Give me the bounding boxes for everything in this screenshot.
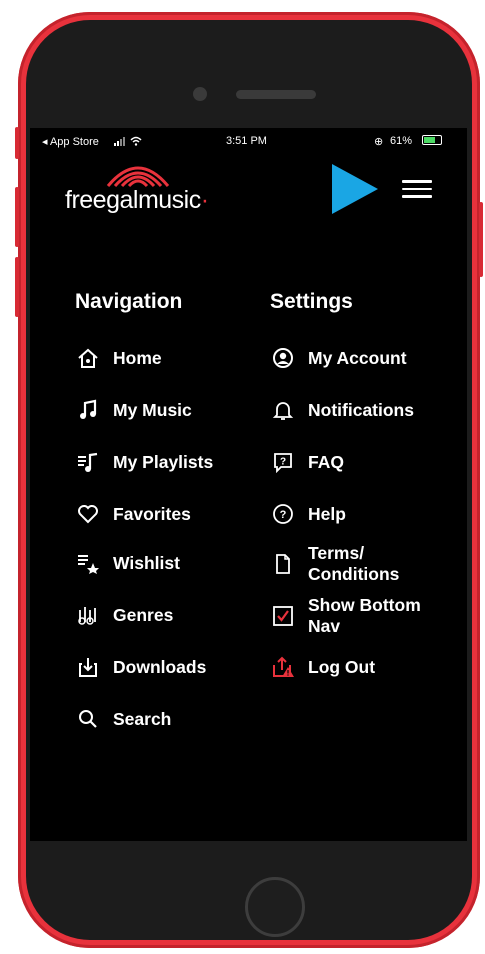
genres-icon [75,604,101,626]
search-icon [75,708,101,730]
screen: ◂ App Store 3:51 PM ⊕ 61% freegalmusic· [30,128,467,841]
home-icon [75,347,101,369]
navigation-title: Navigation [75,290,183,313]
back-to-app-store[interactable]: ◂ App Store [42,135,99,148]
hamburger-menu-icon[interactable] [402,180,432,200]
battery-icon [422,135,442,145]
svg-text:?: ? [280,509,287,521]
wishlist-star-icon [75,552,101,574]
nav-item-downloads[interactable]: Downloads [75,650,206,684]
volume-up-button [15,187,19,247]
settings-title: Settings [270,290,353,313]
settings-item-notifications[interactable]: Notifications [270,393,414,427]
settings-item-my-account[interactable]: My Account [270,341,407,375]
logout-icon [270,656,296,678]
settings-item-terms-conditions[interactable]: Terms/ Conditions [270,538,399,590]
status-bar: ◂ App Store 3:51 PM ⊕ 61% [30,128,467,154]
mute-switch [15,127,19,159]
freegal-music-logo[interactable]: freegalmusic· [65,158,225,218]
bell-icon [270,399,296,421]
earpiece-speaker [236,90,316,99]
settings-item-faq[interactable]: ? FAQ [270,445,344,479]
volume-down-button [15,257,19,317]
checkbox-icon[interactable] [270,605,296,627]
battery-percent: 61% [390,135,413,147]
logo-text: freegalmusic· [65,186,209,214]
settings-item-help[interactable]: ? Help [270,497,346,531]
orientation-lock-icon: ⊕ [374,136,384,148]
faq-icon: ? [270,451,296,473]
nav-item-my-music[interactable]: My Music [75,393,192,427]
logo-arcs-icon [106,166,170,188]
nav-item-genres[interactable]: Genres [75,598,173,632]
home-button[interactable] [245,877,305,937]
account-icon [270,347,296,369]
nav-item-wishlist[interactable]: Wishlist [75,546,180,580]
signal-wifi-icon [114,136,146,149]
help-icon: ? [270,503,296,525]
playlist-icon [75,451,101,473]
heart-icon [75,503,101,525]
document-icon [270,553,296,575]
power-button [479,202,483,277]
svg-text:?: ? [280,457,286,468]
music-note-icon [75,399,101,421]
nav-item-search[interactable]: Search [75,702,171,736]
nav-item-home[interactable]: Home [75,341,162,375]
download-icon [75,656,101,678]
front-camera [193,87,207,101]
settings-item-log-out[interactable]: Log Out [270,650,375,684]
nav-item-favorites[interactable]: Favorites [75,497,191,531]
settings-item-show-bottom-nav[interactable]: Show Bottom Nav [270,590,421,642]
play-arrow-icon [332,164,378,214]
nav-item-my-playlists[interactable]: My Playlists [75,445,213,479]
status-time: 3:51 PM [226,135,267,147]
